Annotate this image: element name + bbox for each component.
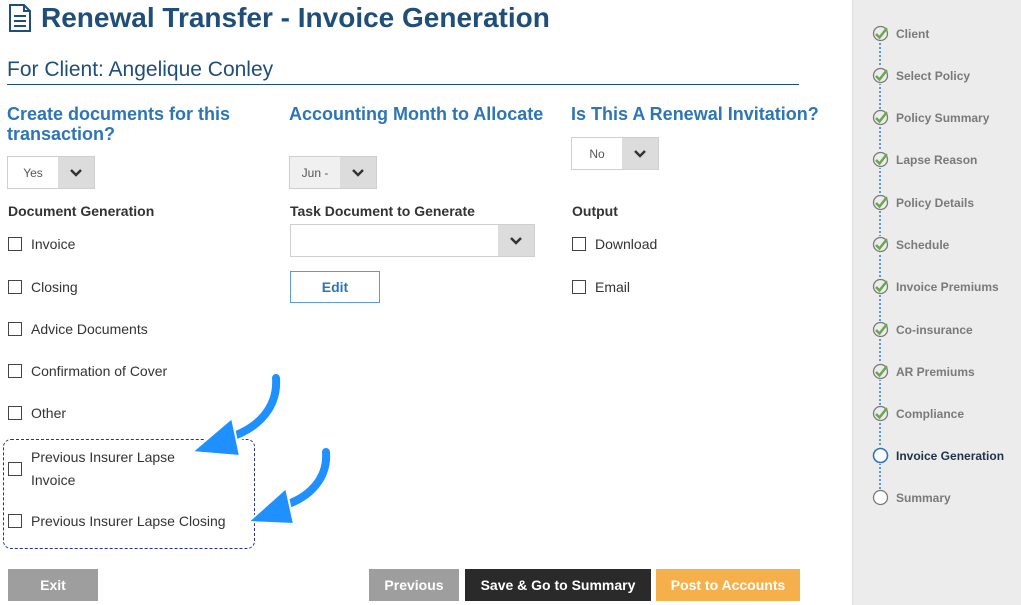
step-lapse-reason[interactable]: Lapse Reason (872, 151, 977, 168)
document-icon (9, 4, 31, 32)
checkbox-row-previous-insurer-lapse-closing[interactable]: Previous Insurer Lapse Closing (8, 513, 226, 529)
step-policy-details[interactable]: Policy Details (872, 194, 974, 211)
step-label: Schedule (896, 237, 950, 252)
step-summary[interactable]: Summary (872, 489, 951, 506)
step-co-insurance[interactable]: Co-insurance (872, 321, 973, 338)
step-invoice-premiums[interactable]: Invoice Premiums (872, 278, 999, 295)
renewal-invitation-heading: Is This A Renewal Invitation? (571, 104, 819, 124)
accounting-month-heading: Accounting Month to Allocate (289, 104, 544, 124)
chevron-down-icon[interactable] (58, 157, 94, 188)
checkbox-row-email[interactable]: Email (572, 279, 630, 295)
client-label: For Client: Angelique Conley (7, 58, 274, 81)
step-label: Summary (896, 490, 951, 505)
checkbox[interactable] (8, 322, 22, 336)
task-document-label: Task Document to Generate (290, 203, 475, 219)
post-to-accounts-button[interactable]: Post to Accounts (656, 569, 800, 601)
pending-step-circle-icon (872, 489, 889, 506)
renewal-invitation-heading-wrap: Is This A Renewal Invitation? (571, 104, 841, 124)
checkbox-label: Previous Insurer Lapse Closing (31, 513, 226, 529)
check-circle-icon (872, 67, 889, 84)
checkbox[interactable] (8, 406, 22, 420)
check-circle-icon (872, 363, 889, 380)
checkbox-row-advice-documents[interactable]: Advice Documents (8, 321, 148, 337)
step-label: Lapse Reason (896, 152, 978, 167)
title-row: Renewal Transfer - Invoice Generation (7, 2, 550, 34)
create-documents-select[interactable]: Yes (7, 156, 95, 189)
check-circle-icon (872, 25, 889, 42)
save-and-go-to-summary-button[interactable]: Save & Go to Summary (465, 569, 651, 601)
renewal-invitation-select[interactable]: No (571, 137, 659, 170)
step-label: Compliance (896, 406, 965, 421)
checkbox-label: Previous Insurer Lapse Invoice (31, 449, 175, 488)
checkbox[interactable] (8, 514, 22, 528)
checkbox-label: Invoice (31, 236, 76, 252)
chevron-down-icon[interactable] (340, 157, 376, 188)
step-label: Invoice Premiums (896, 279, 999, 294)
checkbox-label: Advice Documents (31, 321, 148, 337)
document-generation-label: Document Generation (8, 203, 155, 219)
step-select-policy[interactable]: Select Policy (872, 67, 970, 84)
active-step-circle-icon (872, 447, 889, 464)
checkbox-row-other[interactable]: Other (8, 405, 66, 421)
step-label: AR Premiums (896, 364, 975, 379)
steps-connector-line (879, 36, 881, 496)
step-client[interactable]: Client (872, 25, 929, 42)
checkbox[interactable] (8, 462, 22, 476)
checkbox-label: Email (595, 279, 631, 295)
step-label: Invoice Generation (896, 448, 1005, 463)
step-label: Select Policy (896, 68, 971, 83)
step-label: Policy Details (896, 195, 975, 210)
check-circle-icon (872, 109, 889, 126)
exit-button[interactable]: Exit (8, 569, 98, 601)
checkbox-label: Other (31, 405, 67, 421)
task-document-select-value (291, 225, 498, 256)
step-compliance[interactable]: Compliance (872, 405, 964, 422)
step-ar-premiums[interactable]: AR Premiums (872, 363, 975, 380)
checkbox[interactable] (8, 237, 22, 251)
annotation-arrow-icon (245, 446, 333, 526)
create-documents-heading-wrap: Create documents for this transaction? (7, 104, 277, 144)
step-invoice-generation[interactable]: Invoice Generation (872, 447, 1004, 464)
edit-button[interactable]: Edit (290, 271, 380, 303)
checkbox-row-closing[interactable]: Closing (8, 279, 78, 295)
chevron-down-icon[interactable] (498, 225, 534, 256)
accounting-month-select[interactable]: Jun - (289, 156, 377, 189)
step-label: Policy Summary (896, 110, 990, 125)
step-schedule[interactable]: Schedule (872, 236, 949, 253)
renewal-invitation-select-value: No (589, 146, 605, 161)
checkbox-row-confirmation-of-cover[interactable]: Confirmation of Cover (8, 363, 167, 379)
check-circle-icon (872, 151, 889, 168)
check-circle-icon (872, 194, 889, 211)
checkbox[interactable] (572, 280, 586, 294)
checkbox-row-invoice[interactable]: Invoice (8, 236, 75, 252)
checkbox[interactable] (8, 280, 22, 294)
accounting-month-heading-wrap: Accounting Month to Allocate (289, 104, 549, 124)
task-document-select[interactable] (290, 224, 535, 257)
checkbox-row-download[interactable]: Download (572, 236, 657, 252)
client-header: For Client: Angelique Conley (7, 58, 799, 85)
checkbox-row-previous-insurer-lapse-invoice[interactable]: Previous Insurer Lapse Invoice (8, 446, 198, 492)
step-policy-summary[interactable]: Policy Summary (872, 109, 989, 126)
create-documents-select-value: Yes (23, 165, 43, 180)
previous-button[interactable]: Previous (369, 569, 459, 601)
main-panel: Renewal Transfer - Invoice Generation Fo… (0, 0, 852, 605)
page-title: Renewal Transfer - Invoice Generation (41, 2, 550, 33)
check-circle-icon (872, 278, 889, 295)
checkbox-label: Confirmation of Cover (31, 363, 168, 379)
step-label: Client (896, 26, 930, 41)
output-label: Output (572, 203, 618, 219)
checkbox-label: Closing (31, 279, 78, 295)
checkbox-label: Download (595, 236, 658, 252)
create-documents-heading: Create documents for this transaction? (7, 104, 231, 144)
check-circle-icon (872, 236, 889, 253)
wizard-sidebar: Client Select Policy Policy Summary Laps… (852, 0, 1021, 605)
check-circle-icon (872, 405, 889, 422)
accounting-month-select-value: Jun - (290, 157, 340, 188)
chevron-down-icon[interactable] (622, 138, 658, 169)
checkbox[interactable] (8, 364, 22, 378)
checkbox[interactable] (572, 237, 586, 251)
step-label: Co-insurance (896, 322, 973, 337)
check-circle-icon (872, 321, 889, 338)
